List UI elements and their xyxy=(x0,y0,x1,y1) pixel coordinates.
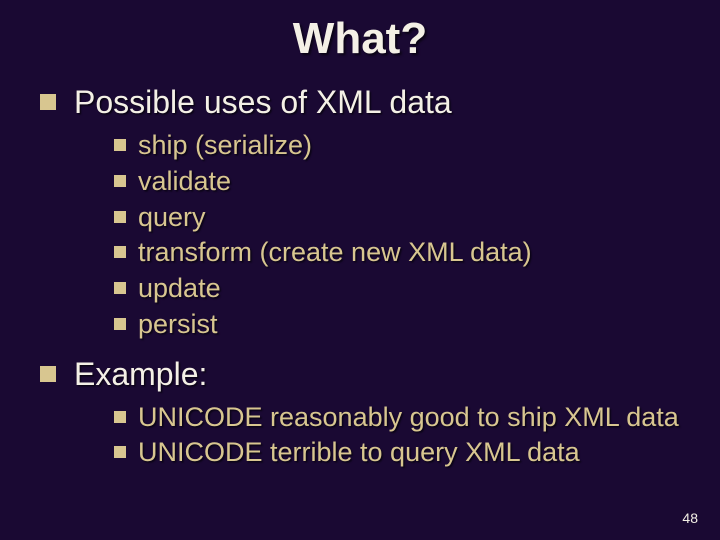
level1-text: Example: xyxy=(74,356,207,393)
square-bullet-icon xyxy=(114,246,126,258)
bullet-level2: validate xyxy=(114,165,720,199)
level2-text: ship (serialize) xyxy=(138,129,312,163)
square-bullet-icon xyxy=(40,94,56,110)
bullet-level2: transform (create new XML data) xyxy=(114,236,720,270)
level1-text: Possible uses of XML data xyxy=(74,84,452,121)
bullet-level2: query xyxy=(114,201,720,235)
bullet-level2: UNICODE terrible to query XML data xyxy=(114,436,720,470)
bullet-level1: Possible uses of XML data xyxy=(40,84,720,121)
square-bullet-icon xyxy=(114,139,126,151)
bullet-level2: ship (serialize) xyxy=(114,129,720,163)
level2-text: persist xyxy=(138,308,218,342)
square-bullet-icon xyxy=(114,175,126,187)
page-number: 48 xyxy=(682,510,698,526)
sublist: UNICODE reasonably good to ship XML data… xyxy=(40,401,720,471)
square-bullet-icon xyxy=(40,366,56,382)
slide-content: Possible uses of XML data ship (serializ… xyxy=(0,64,720,470)
square-bullet-icon xyxy=(114,211,126,223)
sublist: ship (serialize) validate query transfor… xyxy=(40,129,720,342)
level2-text: validate xyxy=(138,165,231,199)
level2-text: UNICODE terrible to query XML data xyxy=(138,436,580,470)
bullet-level1: Example: xyxy=(40,356,720,393)
bullet-level2: UNICODE reasonably good to ship XML data xyxy=(114,401,720,435)
level2-text: update xyxy=(138,272,221,306)
square-bullet-icon xyxy=(114,411,126,423)
slide: What? Possible uses of XML data ship (se… xyxy=(0,0,720,540)
level2-text: transform (create new XML data) xyxy=(138,236,532,270)
bullet-level2: persist xyxy=(114,308,720,342)
level2-text: UNICODE reasonably good to ship XML data xyxy=(138,401,679,435)
bullet-level2: update xyxy=(114,272,720,306)
square-bullet-icon xyxy=(114,282,126,294)
level2-text: query xyxy=(138,201,206,235)
square-bullet-icon xyxy=(114,446,126,458)
square-bullet-icon xyxy=(114,318,126,330)
slide-title: What? xyxy=(0,0,720,64)
